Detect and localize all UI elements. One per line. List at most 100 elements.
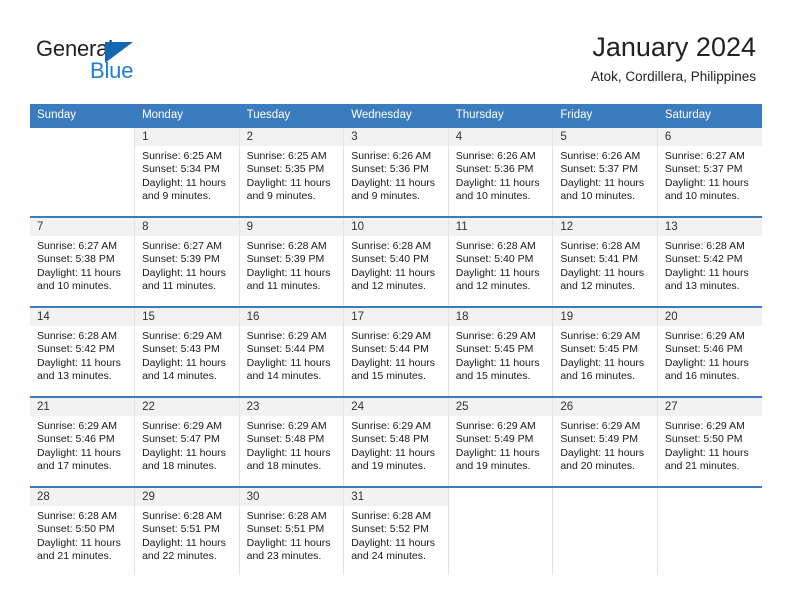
day-details: Sunrise: 6:25 AM Sunset: 5:35 PM Daylight:…: [240, 146, 344, 204]
calendar-day-cell[interactable]: 4 Sunrise: 6:26 AM Sunset: 5:36 PM Daylight…: [448, 126, 554, 217]
calendar-day-cell[interactable]: 14 Sunrise: 6:28 AM Sunset: 5:42 PM Dayligh…: [30, 306, 136, 397]
sunrise-text: Sunrise: 6:25 AM: [142, 150, 223, 162]
calendar-day-cell[interactable]: 16 Sunrise: 6:29 AM Sunset: 5:44 PM Dayligh…: [239, 306, 345, 397]
day-details: Sunrise: 6:27 AM Sunset: 5:37 PM Daylight:…: [658, 146, 762, 204]
sunrise-text: Sunrise: 6:25 AM: [246, 150, 327, 162]
calendar-day-cell[interactable]: 15 Sunrise: 6:29 AM Sunset: 5:43 PM Dayligh…: [134, 306, 240, 397]
day-number: 8: [135, 218, 239, 236]
day-details: Sunrise: 6:29 AM Sunset: 5:43 PM Daylight:…: [135, 326, 239, 384]
sunset-text: Sunset: 5:48 PM: [246, 433, 325, 446]
sunset-text: Sunset: 5:44 PM: [246, 343, 325, 356]
calendar-day-cell[interactable]: 13 Sunrise: 6:28 AM Sunset: 5:42 PM Dayligh…: [657, 216, 762, 307]
calendar-cell-inner: 21 Sunrise: 6:29 AM Sunset: 5:46 PM Dayligh…: [30, 398, 135, 486]
calendar-day-cell[interactable]: 19 Sunrise: 6:29 AM Sunset: 5:45 PM Dayligh…: [552, 306, 658, 397]
calendar-day-cell[interactable]: 20 Sunrise: 6:29 AM Sunset: 5:46 PM Dayligh…: [657, 306, 762, 397]
day-details: Sunrise: 6:29 AM Sunset: 5:44 PM Daylight:…: [344, 326, 448, 384]
calendar-day-cell[interactable]: 17 Sunrise: 6:29 AM Sunset: 5:44 PM Dayligh…: [343, 306, 449, 397]
calendar-day-cell[interactable]: 5 Sunrise: 6:26 AM Sunset: 5:37 PM Daylight…: [552, 126, 658, 217]
calendar-day-cell[interactable]: 23 Sunrise: 6:29 AM Sunset: 5:48 PM Dayligh…: [239, 396, 345, 487]
calendar-day-cell[interactable]: 3 Sunrise: 6:26 AM Sunset: 5:36 PM Daylight…: [343, 126, 449, 217]
daylight-text-cont: and 19 minutes.: [455, 460, 531, 473]
daylight-text: Daylight: 11 hours: [142, 176, 226, 189]
calendar-cell-inner: 2 Sunrise: 6:25 AM Sunset: 5:35 PM Daylight…: [239, 128, 344, 216]
calendar-day-cell[interactable]: 11 Sunrise: 6:28 AM Sunset: 5:40 PM Dayligh…: [448, 216, 554, 307]
column-header-friday: Friday: [552, 104, 658, 127]
calendar-cell-inner: [553, 488, 657, 575]
calendar-week-row: 14 Sunrise: 6:28 AM Sunset: 5:42 PM Dayligh…: [30, 306, 762, 397]
daylight-text-cont: and 15 minutes.: [455, 370, 531, 383]
calendar-day-cell[interactable]: 28 Sunrise: 6:28 AM Sunset: 5:50 PM Dayligh…: [30, 486, 136, 575]
calendar-day-cell[interactable]: 26 Sunrise: 6:29 AM Sunset: 5:49 PM Dayligh…: [552, 396, 658, 487]
sunrise-text: Sunrise: 6:29 AM: [455, 330, 536, 342]
day-number: 16: [239, 308, 344, 326]
sunrise-text: Sunrise: 6:27 AM: [37, 240, 117, 252]
calendar-cell-inner: 18 Sunrise: 6:29 AM Sunset: 5:45 PM Dayligh…: [448, 308, 553, 396]
daylight-text-cont: and 13 minutes.: [37, 370, 112, 383]
calendar-cell-empty: [30, 126, 136, 217]
day-details: Sunrise: 6:28 AM Sunset: 5:39 PM Daylight:…: [240, 236, 344, 294]
calendar-day-cell[interactable]: 21 Sunrise: 6:29 AM Sunset: 5:46 PM Dayligh…: [30, 396, 136, 487]
calendar-day-cell[interactable]: 27 Sunrise: 6:29 AM Sunset: 5:50 PM Dayligh…: [657, 396, 762, 487]
calendar-day-cell[interactable]: 7 Sunrise: 6:27 AM Sunset: 5:38 PM Daylight…: [30, 216, 136, 307]
sunset-text: Sunset: 5:45 PM: [560, 343, 638, 356]
calendar-cell-inner: 24 Sunrise: 6:29 AM Sunset: 5:48 PM Dayligh…: [344, 398, 448, 486]
daylight-text: Daylight: 11 hours: [664, 176, 749, 189]
calendar-day-cell[interactable]: 24 Sunrise: 6:29 AM Sunset: 5:48 PM Dayligh…: [343, 396, 449, 487]
daylight-text: Daylight: 11 hours: [560, 176, 645, 189]
calendar-cell-inner: 20 Sunrise: 6:29 AM Sunset: 5:46 PM Dayligh…: [657, 308, 762, 396]
daylight-text: Daylight: 11 hours: [246, 536, 331, 549]
day-number: 28: [30, 488, 135, 506]
calendar-day-cell[interactable]: 30 Sunrise: 6:28 AM Sunset: 5:51 PM Dayligh…: [239, 486, 345, 575]
column-header-thursday: Thursday: [448, 104, 554, 127]
day-number: 13: [657, 218, 762, 236]
day-details: Sunrise: 6:27 AM Sunset: 5:39 PM Daylight:…: [135, 236, 239, 294]
daylight-text-cont: and 21 minutes.: [664, 460, 740, 473]
daylight-text: Daylight: 11 hours: [455, 176, 540, 189]
daylight-text-cont: and 11 minutes.: [246, 280, 321, 293]
day-details: [449, 506, 553, 510]
daylight-text: Daylight: 11 hours: [351, 536, 436, 549]
daylight-text: Daylight: 11 hours: [246, 176, 331, 189]
sunset-text: Sunset: 5:51 PM: [246, 523, 325, 536]
daylight-text-cont: and 16 minutes.: [664, 370, 740, 383]
sunset-text: Sunset: 5:36 PM: [455, 163, 534, 176]
day-number: 27: [657, 398, 762, 416]
daylight-text-cont: and 12 minutes.: [560, 280, 636, 293]
sunset-text: Sunset: 5:36 PM: [351, 163, 429, 176]
day-number: [30, 128, 135, 146]
sunrise-text: Sunrise: 6:27 AM: [664, 150, 745, 162]
calendar-day-cell[interactable]: 9 Sunrise: 6:28 AM Sunset: 5:39 PM Daylight…: [239, 216, 345, 307]
daylight-text-cont: and 12 minutes.: [455, 280, 531, 293]
daylight-text-cont: and 9 minutes.: [246, 190, 316, 203]
brand-logo[interactable]: General Blue: [36, 36, 176, 84]
calendar-day-cell[interactable]: 12 Sunrise: 6:28 AM Sunset: 5:41 PM Dayligh…: [552, 216, 658, 307]
calendar-cell-inner: 11 Sunrise: 6:28 AM Sunset: 5:40 PM Dayligh…: [448, 218, 553, 306]
calendar-day-cell[interactable]: 18 Sunrise: 6:29 AM Sunset: 5:45 PM Dayligh…: [448, 306, 554, 397]
daylight-text-cont: and 17 minutes.: [37, 460, 112, 473]
daylight-text-cont: and 9 minutes.: [351, 190, 421, 203]
day-details: Sunrise: 6:28 AM Sunset: 5:52 PM Daylight:…: [344, 506, 448, 564]
sunset-text: Sunset: 5:40 PM: [351, 253, 429, 266]
day-number: 2: [239, 128, 344, 146]
sunset-text: Sunset: 5:46 PM: [37, 433, 115, 446]
sunrise-text: Sunrise: 6:29 AM: [351, 330, 432, 342]
calendar-cell-inner: 8 Sunrise: 6:27 AM Sunset: 5:39 PM Daylight…: [135, 218, 239, 306]
calendar-day-cell[interactable]: 6 Sunrise: 6:27 AM Sunset: 5:37 PM Daylight…: [657, 126, 762, 217]
calendar-day-cell[interactable]: 29 Sunrise: 6:28 AM Sunset: 5:51 PM Dayligh…: [134, 486, 240, 575]
calendar-day-cell[interactable]: 22 Sunrise: 6:29 AM Sunset: 5:47 PM Dayligh…: [134, 396, 240, 487]
calendar-day-cell[interactable]: 1 Sunrise: 6:25 AM Sunset: 5:34 PM Daylight…: [134, 126, 240, 217]
day-details: Sunrise: 6:29 AM Sunset: 5:45 PM Daylight:…: [449, 326, 553, 384]
daylight-text: Daylight: 11 hours: [560, 356, 645, 369]
day-number: 17: [344, 308, 448, 326]
calendar-day-cell[interactable]: 2 Sunrise: 6:25 AM Sunset: 5:35 PM Daylight…: [239, 126, 345, 217]
daylight-text-cont: and 15 minutes.: [351, 370, 426, 383]
calendar-day-cell[interactable]: 25 Sunrise: 6:29 AM Sunset: 5:49 PM Dayligh…: [448, 396, 554, 487]
calendar-day-cell[interactable]: 8 Sunrise: 6:27 AM Sunset: 5:39 PM Daylight…: [134, 216, 240, 307]
calendar-day-cell[interactable]: 10 Sunrise: 6:28 AM Sunset: 5:40 PM Dayligh…: [343, 216, 449, 307]
calendar-cell-inner: 17 Sunrise: 6:29 AM Sunset: 5:44 PM Dayligh…: [344, 308, 448, 396]
calendar-body: 1 Sunrise: 6:25 AM Sunset: 5:34 PM Daylight…: [30, 126, 762, 575]
day-number: 23: [239, 398, 344, 416]
calendar-cell-inner: 3 Sunrise: 6:26 AM Sunset: 5:36 PM Daylight…: [344, 128, 448, 216]
day-details: Sunrise: 6:28 AM Sunset: 5:51 PM Daylight:…: [240, 506, 344, 564]
calendar-day-cell[interactable]: 31 Sunrise: 6:28 AM Sunset: 5:52 PM Dayligh…: [343, 486, 449, 575]
